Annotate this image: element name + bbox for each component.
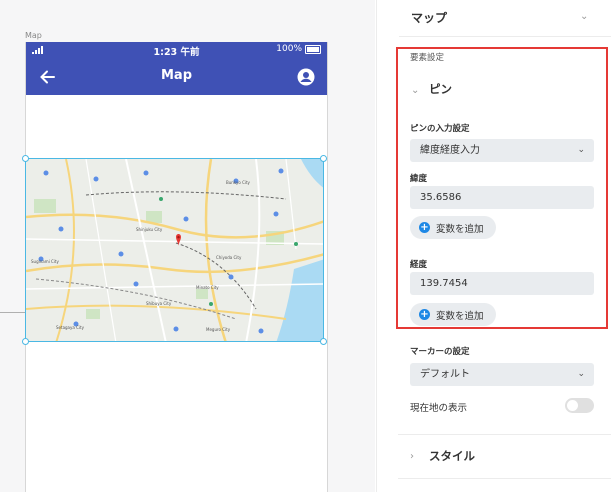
app-bar: Map: [26, 58, 327, 95]
chevron-down-icon[interactable]: ⌄: [411, 85, 419, 96]
battery-indicator: 100%: [276, 44, 321, 54]
chevron-right-icon[interactable]: ›: [410, 451, 414, 462]
connector-line: [0, 312, 25, 313]
chevron-down-icon[interactable]: ⌄: [580, 11, 588, 22]
account-button[interactable]: [295, 66, 317, 88]
latitude-label: 緯度: [410, 174, 428, 184]
resize-handle-bottom-left[interactable]: [22, 338, 29, 345]
svg-text:Shinjuku City: Shinjuku City: [136, 227, 163, 232]
svg-text:Meguro City: Meguro City: [206, 327, 231, 332]
pin-input-value: 緯度経度入力: [420, 145, 480, 156]
map-view[interactable]: Bunkyo City Shinjuku City Chiyoda City S…: [25, 158, 324, 342]
add-variable-button-longitude[interactable]: + 変数を追加: [410, 303, 496, 326]
plus-circle-icon: +: [419, 222, 430, 233]
svg-text:Chiyoda City: Chiyoda City: [216, 255, 242, 260]
svg-text:Bunkyo City: Bunkyo City: [226, 180, 251, 185]
properties-panel: マップ ⌄: [376, 0, 611, 492]
current-location-label: 現在地の表示: [410, 403, 468, 414]
battery-percent: 100%: [276, 44, 302, 54]
resize-handle-top-left[interactable]: [22, 155, 29, 162]
add-variable-label: 変数を追加: [436, 223, 484, 235]
battery-icon: [305, 44, 321, 54]
chevron-down-icon: ⌄: [577, 369, 585, 379]
status-bar: 1:23 午前 100%: [26, 42, 327, 58]
element-settings-label: 要素設定: [410, 53, 445, 63]
section-divider: [399, 36, 611, 37]
longitude-input[interactable]: 139.7454: [410, 272, 594, 295]
resize-handle-top-right[interactable]: [320, 155, 327, 162]
account-circle-icon: [297, 68, 315, 86]
latitude-input[interactable]: 35.6586: [410, 186, 594, 209]
frame-label: Map: [25, 31, 42, 40]
current-location-toggle[interactable]: [565, 398, 594, 413]
map-section-title[interactable]: マップ: [411, 9, 447, 26]
map-image: Bunkyo City Shinjuku City Chiyoda City S…: [26, 159, 323, 341]
add-variable-label: 変数を追加: [436, 310, 484, 322]
plus-circle-icon: +: [419, 309, 430, 320]
section-divider: [398, 434, 611, 435]
resize-handle-bottom-right[interactable]: [320, 338, 327, 345]
add-variable-button-latitude[interactable]: + 変数を追加: [410, 216, 496, 239]
section-divider: [398, 478, 611, 479]
chevron-down-icon: ⌄: [577, 145, 585, 155]
canvas-area: Map 1:23 午前 100% Map Bunkyo City Shinjuk…: [0, 0, 375, 492]
marker-select[interactable]: デフォルト ⌄: [410, 363, 594, 386]
marker-value: デフォルト: [420, 369, 470, 380]
style-section-title[interactable]: スタイル: [429, 448, 475, 464]
marker-label: マーカーの設定: [410, 347, 470, 357]
longitude-label: 経度: [410, 260, 428, 270]
pin-section-title[interactable]: ピン: [429, 81, 452, 97]
svg-text:Setagaya City: Setagaya City: [56, 325, 85, 330]
svg-text:Shibuya City: Shibuya City: [146, 301, 172, 306]
toggle-knob: [567, 400, 578, 411]
pin-input-select[interactable]: 緯度経度入力 ⌄: [410, 139, 594, 162]
pin-input-label: ピンの入力設定: [410, 124, 470, 134]
svg-text:Suginami City: Suginami City: [31, 259, 59, 264]
app-bar-title: Map: [160, 68, 192, 83]
map-component[interactable]: Bunkyo City Shinjuku City Chiyoda City S…: [22, 155, 327, 345]
svg-text:Minato City: Minato City: [196, 285, 219, 290]
